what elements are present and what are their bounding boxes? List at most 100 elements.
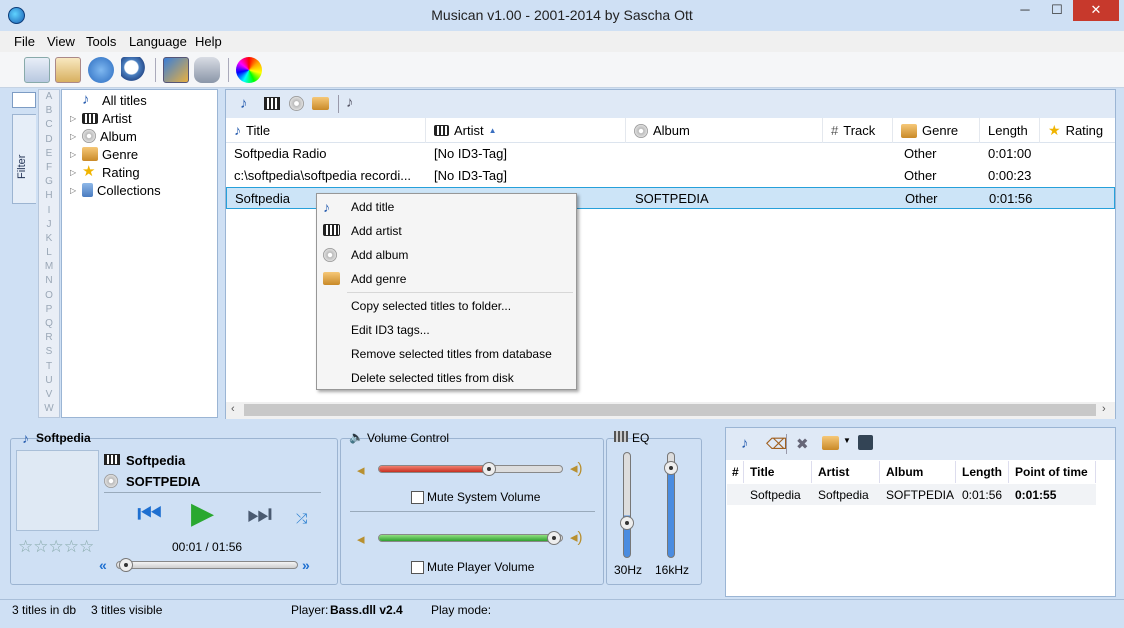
alphabet-letter[interactable]: V: [39, 388, 59, 402]
playlist-col-num[interactable]: #: [726, 461, 744, 483]
table-row[interactable]: Softpedia Radio [No ID3-Tag] Other 0:01:00: [226, 143, 1115, 165]
edit-tags-icon[interactable]: [163, 57, 189, 83]
menu-language[interactable]: Language: [129, 34, 187, 49]
playlist-col-title[interactable]: Title: [744, 461, 812, 483]
expand-icon[interactable]: ▷: [70, 186, 78, 195]
column-album[interactable]: Album: [626, 118, 823, 143]
dropdown-arrow-icon[interactable]: ▼: [843, 436, 851, 445]
close-button[interactable]: ✕: [1073, 0, 1119, 21]
alphabet-letter[interactable]: F: [39, 161, 59, 175]
shuffle-list-icon[interactable]: ✖: [796, 435, 809, 453]
tree-item-artist[interactable]: ▷ Artist: [70, 109, 132, 127]
tree-item-all-titles[interactable]: ♪ All titles: [70, 91, 147, 109]
mute-system-checkbox[interactable]: Mute System Volume: [411, 490, 540, 505]
previous-icon[interactable]: ⏮: [137, 500, 162, 528]
alphabet-letter[interactable]: D: [39, 133, 59, 147]
alphabet-letter[interactable]: I: [39, 204, 59, 218]
menu-delete-titles[interactable]: Delete selected titles from disk: [351, 371, 514, 385]
color-wheel-icon[interactable]: [236, 57, 262, 83]
alphabet-letter[interactable]: J: [39, 218, 59, 232]
alphabet-letter[interactable]: Q: [39, 317, 59, 331]
column-rating[interactable]: ★ Rating: [1040, 118, 1115, 143]
menu-help[interactable]: Help: [195, 34, 222, 49]
menu-file[interactable]: File: [14, 34, 35, 49]
alphabet-letter[interactable]: G: [39, 175, 59, 189]
expand-icon[interactable]: ▷: [70, 150, 78, 159]
forward-icon[interactable]: »: [302, 557, 310, 573]
alphabet-letter[interactable]: K: [39, 232, 59, 246]
alphabet-letter[interactable]: O: [39, 289, 59, 303]
mute-player-checkbox[interactable]: Mute Player Volume: [411, 560, 534, 575]
expand-icon[interactable]: ▷: [70, 168, 78, 177]
expand-icon[interactable]: ▷: [70, 114, 78, 123]
menu-tools[interactable]: Tools: [86, 34, 116, 49]
alphabet-letter[interactable]: T: [39, 360, 59, 374]
player-volume-track[interactable]: [378, 534, 563, 542]
alphabet-letter[interactable]: A: [39, 90, 59, 104]
column-artist[interactable]: Artist ▲: [426, 118, 626, 143]
playlist-col-length[interactable]: Length: [956, 461, 1009, 483]
seek-track[interactable]: [116, 561, 298, 569]
scroll-left-icon[interactable]: ‹: [231, 403, 235, 415]
broom-icon[interactable]: ⌫: [766, 435, 787, 453]
add-genre-icon[interactable]: [312, 97, 329, 110]
eq-low-knob[interactable]: [620, 516, 634, 530]
alphabet-letter[interactable]: U: [39, 374, 59, 388]
horizontal-scrollbar[interactable]: ‹ ›: [226, 402, 1115, 419]
playlist-col-artist[interactable]: Artist: [812, 461, 880, 483]
menu-edit-tags[interactable]: Edit ID3 tags...: [351, 323, 430, 337]
rewind-icon[interactable]: «: [99, 557, 107, 573]
alphabet-letter[interactable]: B: [39, 104, 59, 118]
table-row[interactable]: c:\softpedia\softpedia recordi... [No ID3…: [226, 165, 1115, 187]
add-album-icon[interactable]: [289, 96, 304, 111]
tree-item-album[interactable]: ▷ Album: [70, 127, 137, 145]
remove-title-icon[interactable]: ♪: [346, 94, 354, 111]
player-volume-knob[interactable]: [546, 531, 561, 545]
playlist-col-point[interactable]: Point of time: [1009, 461, 1096, 483]
collapse-sidebar-icon[interactable]: [12, 92, 36, 108]
alphabet-letter[interactable]: P: [39, 303, 59, 317]
column-length[interactable]: Length: [980, 118, 1040, 143]
alphabet-letter[interactable]: H: [39, 189, 59, 203]
filter-tab[interactable]: Filter: [12, 114, 36, 204]
rating-stars[interactable]: ☆☆☆☆☆: [18, 537, 94, 557]
menu-add-artist[interactable]: Add artist: [351, 224, 402, 238]
save-icon[interactable]: [858, 435, 873, 450]
shuffle-icon[interactable]: ⤮: [296, 510, 307, 527]
refresh-icon[interactable]: [88, 57, 114, 83]
eq-low-slider[interactable]: [623, 452, 631, 558]
remove-title-icon[interactable]: ♪: [741, 435, 749, 452]
eq-high-knob[interactable]: [664, 461, 678, 475]
minimize-button[interactable]: ─: [1008, 0, 1042, 21]
open-folder-icon[interactable]: [822, 436, 839, 450]
playlist-col-album[interactable]: Album: [880, 461, 956, 483]
alphabet-letter[interactable]: L: [39, 246, 59, 260]
system-volume-knob[interactable]: [482, 462, 496, 476]
search-file-icon[interactable]: [24, 57, 50, 83]
search-icon[interactable]: [121, 57, 147, 83]
maximize-button[interactable]: ☐: [1040, 0, 1074, 21]
scroll-right-icon[interactable]: ›: [1102, 403, 1106, 415]
alphabet-letter[interactable]: N: [39, 274, 59, 288]
menu-remove-titles[interactable]: Remove selected titles from database: [351, 347, 552, 361]
alphabet-letter[interactable]: M: [39, 260, 59, 274]
menu-add-album[interactable]: Add album: [351, 248, 408, 262]
expand-icon[interactable]: ▷: [70, 132, 78, 141]
tree-item-genre[interactable]: ▷ Genre: [70, 145, 138, 163]
column-title[interactable]: ♪ Title: [226, 118, 426, 143]
menu-add-genre[interactable]: Add genre: [351, 272, 406, 286]
menu-add-title[interactable]: Add title: [351, 200, 394, 214]
column-genre[interactable]: Genre: [893, 118, 980, 143]
alphabet-letter[interactable]: C: [39, 118, 59, 132]
column-track[interactable]: # Track: [823, 118, 893, 143]
tree-item-rating[interactable]: ▷ ★ Rating: [70, 163, 140, 181]
menu-view[interactable]: View: [47, 34, 75, 49]
tree-item-collections[interactable]: ▷ Collections: [70, 181, 161, 199]
alphabet-letter[interactable]: S: [39, 345, 59, 359]
alphabet-letter[interactable]: E: [39, 147, 59, 161]
search-folder-icon[interactable]: [55, 57, 81, 83]
database-icon[interactable]: [194, 57, 220, 83]
system-volume-track[interactable]: [378, 465, 563, 473]
playlist-row[interactable]: Softpedia Softpedia SOFTPEDIA 0:01:56 0:…: [727, 484, 1096, 505]
add-artist-icon[interactable]: [264, 97, 280, 110]
